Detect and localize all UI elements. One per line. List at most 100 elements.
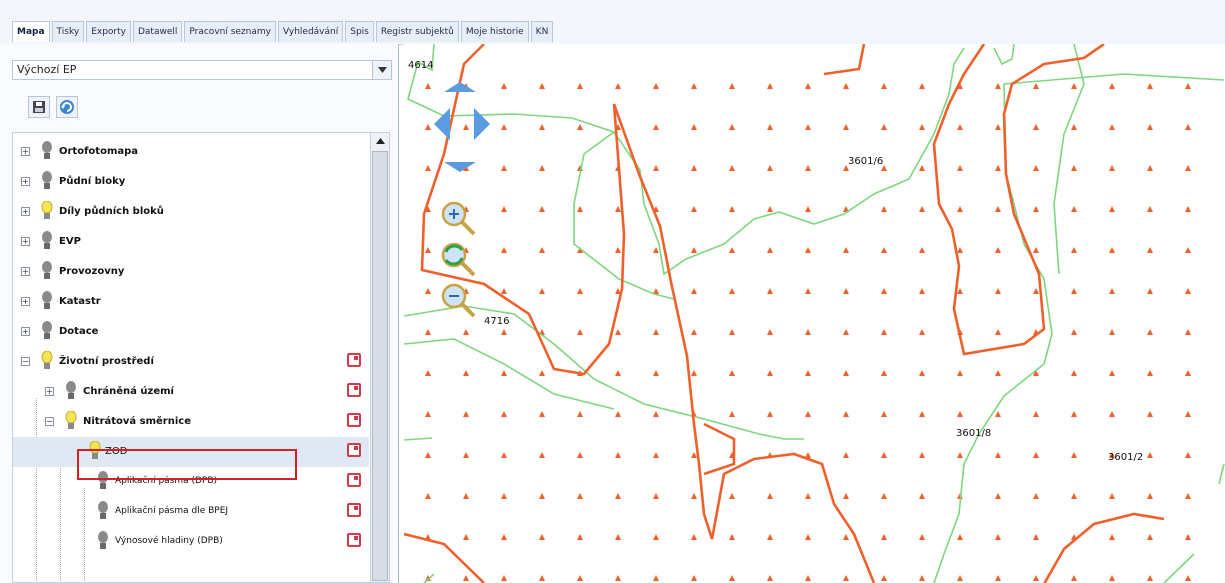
layer-item-vynosove-hladiny[interactable]: Výnosové hladiny (DPB) <box>13 527 369 557</box>
layer-settings-icon[interactable] <box>347 503 361 517</box>
lightbulb-off-icon[interactable] <box>41 141 53 161</box>
tab-spis[interactable]: Spis <box>345 21 374 42</box>
layer-item-dotace[interactable]: + Dotace <box>13 317 369 347</box>
map-preset-select[interactable]: Výchozí EP <box>12 60 392 80</box>
zone-symbol <box>577 411 583 417</box>
layer-item-chranena-uzemi[interactable]: + Chráněná území <box>13 377 369 407</box>
zoom-extent-button[interactable] <box>441 242 476 277</box>
lightbulb-off-icon[interactable] <box>41 291 53 311</box>
tab-vyhledavani[interactable]: Vyhledávání <box>277 21 344 42</box>
zone-symbol <box>653 247 659 253</box>
tab-datawell[interactable]: Datawell <box>132 21 183 42</box>
zone-symbol <box>805 206 811 212</box>
lightbulb-off-icon[interactable] <box>97 501 109 521</box>
pan-up-icon[interactable] <box>444 82 476 92</box>
lightbulb-on-icon[interactable] <box>41 350 53 371</box>
layer-settings-icon[interactable] <box>347 473 361 487</box>
layer-settings-icon[interactable] <box>347 383 361 397</box>
zoom-in-button[interactable] <box>441 201 476 236</box>
zone-symbol <box>805 288 811 294</box>
expand-icon[interactable]: + <box>21 207 30 216</box>
zone-symbol <box>1071 165 1077 171</box>
layer-item-aplikacni-pasma-bpej[interactable]: Aplikační pásma dle BPEJ <box>13 497 369 527</box>
collapse-icon[interactable]: − <box>21 357 30 366</box>
expand-icon[interactable]: + <box>21 267 30 276</box>
expand-icon[interactable]: + <box>21 177 30 186</box>
layer-item-zivotni-prostredi[interactable]: − Životní prostředí <box>13 347 369 377</box>
layer-label: EVP <box>59 236 81 247</box>
chevron-down-icon[interactable] <box>372 61 391 79</box>
zone-symbol <box>425 247 431 253</box>
zone-symbol <box>995 534 1001 540</box>
zone-symbol <box>1185 165 1191 171</box>
zone-symbol <box>1147 329 1153 335</box>
pan-right-icon[interactable] <box>474 108 490 140</box>
layer-item-ortofotomapa[interactable]: + Ortofotomapa <box>13 137 369 167</box>
zone-symbol <box>1109 370 1115 376</box>
layer-settings-icon[interactable] <box>347 413 361 427</box>
zoom-out-button[interactable] <box>441 283 476 318</box>
lightbulb-off-icon[interactable] <box>41 261 53 281</box>
expand-icon[interactable]: + <box>21 327 30 336</box>
zone-symbol <box>995 575 1001 581</box>
zone-symbol <box>463 329 469 335</box>
zone-symbol <box>1033 534 1039 540</box>
lightbulb-off-icon[interactable] <box>65 381 77 401</box>
tab-kn[interactable]: KN <box>530 21 554 42</box>
tab-mapa[interactable]: Mapa <box>12 21 50 42</box>
save-button[interactable] <box>28 96 50 118</box>
lightbulb-off-icon[interactable] <box>41 321 53 341</box>
lightbulb-on-icon[interactable] <box>65 410 77 431</box>
zone-symbol <box>957 288 963 294</box>
parcel-label: 3601/8 <box>956 428 992 439</box>
zone-symbol <box>919 370 925 376</box>
layer-settings-icon[interactable] <box>347 533 361 547</box>
zone-symbol <box>539 165 545 171</box>
zone-symbol <box>1071 411 1077 417</box>
map-svg[interactable] <box>404 44 1225 583</box>
zone-symbol <box>577 83 583 89</box>
zone-symbol <box>995 206 1001 212</box>
zone-symbol <box>843 124 849 130</box>
zone-symbol <box>1033 411 1039 417</box>
layer-item-nitratova-smernice[interactable]: − Nitrátová směrnice <box>13 407 369 437</box>
layer-item-evp[interactable]: + EVP <box>13 227 369 257</box>
lightbulb-on-icon[interactable] <box>41 200 53 221</box>
layer-item-pudni-bloky[interactable]: + Půdní bloky <box>13 167 369 197</box>
refresh-button[interactable] <box>56 96 78 118</box>
tab-exporty[interactable]: Exporty <box>86 21 131 42</box>
tab-pracovni-seznamy[interactable]: Pracovní seznamy <box>184 21 276 42</box>
zone-symbol <box>1071 124 1077 130</box>
zone-symbol <box>463 534 469 540</box>
tab-tisky[interactable]: Tisky <box>51 21 85 42</box>
zone-boundaries <box>404 44 1165 583</box>
zone-symbol <box>1071 493 1077 499</box>
expand-icon[interactable]: + <box>21 297 30 306</box>
collapse-icon[interactable]: − <box>45 417 54 426</box>
layer-label: Provozovny <box>59 266 125 277</box>
tree-scrollbar[interactable] <box>370 132 390 583</box>
expand-icon[interactable]: + <box>21 147 30 156</box>
scrollbar-thumb[interactable] <box>372 151 388 581</box>
layer-label: Aplikační pásma dle BPEJ <box>115 506 229 516</box>
tab-moje-historie[interactable]: Moje historie <box>460 21 529 42</box>
layer-item-dily-pudnich-bloku[interactable]: + Díly půdních bloků <box>13 197 369 227</box>
expand-icon[interactable]: + <box>45 387 54 396</box>
zone-symbol <box>1109 288 1115 294</box>
zone-symbol <box>501 329 507 335</box>
layer-label: Půdní bloky <box>59 176 126 187</box>
lightbulb-off-icon[interactable] <box>41 231 53 251</box>
map-canvas[interactable]: 4614 3601/6 4716 3601/8 3601/2 <box>404 44 1225 583</box>
layer-settings-icon[interactable] <box>347 443 361 457</box>
tab-registr-subjektu[interactable]: Registr subjektů <box>375 21 459 42</box>
layer-item-provozovny[interactable]: + Provozovny <box>13 257 369 287</box>
layer-settings-icon[interactable] <box>347 353 361 367</box>
lightbulb-off-icon[interactable] <box>97 531 109 551</box>
pan-down-icon[interactable] <box>444 162 476 172</box>
zone-symbol <box>577 206 583 212</box>
zone-symbol <box>995 288 1001 294</box>
scroll-up-icon[interactable] <box>374 135 386 147</box>
expand-icon[interactable]: + <box>21 237 30 246</box>
lightbulb-off-icon[interactable] <box>41 171 53 191</box>
layer-item-katastr[interactable]: + Katastr <box>13 287 369 317</box>
